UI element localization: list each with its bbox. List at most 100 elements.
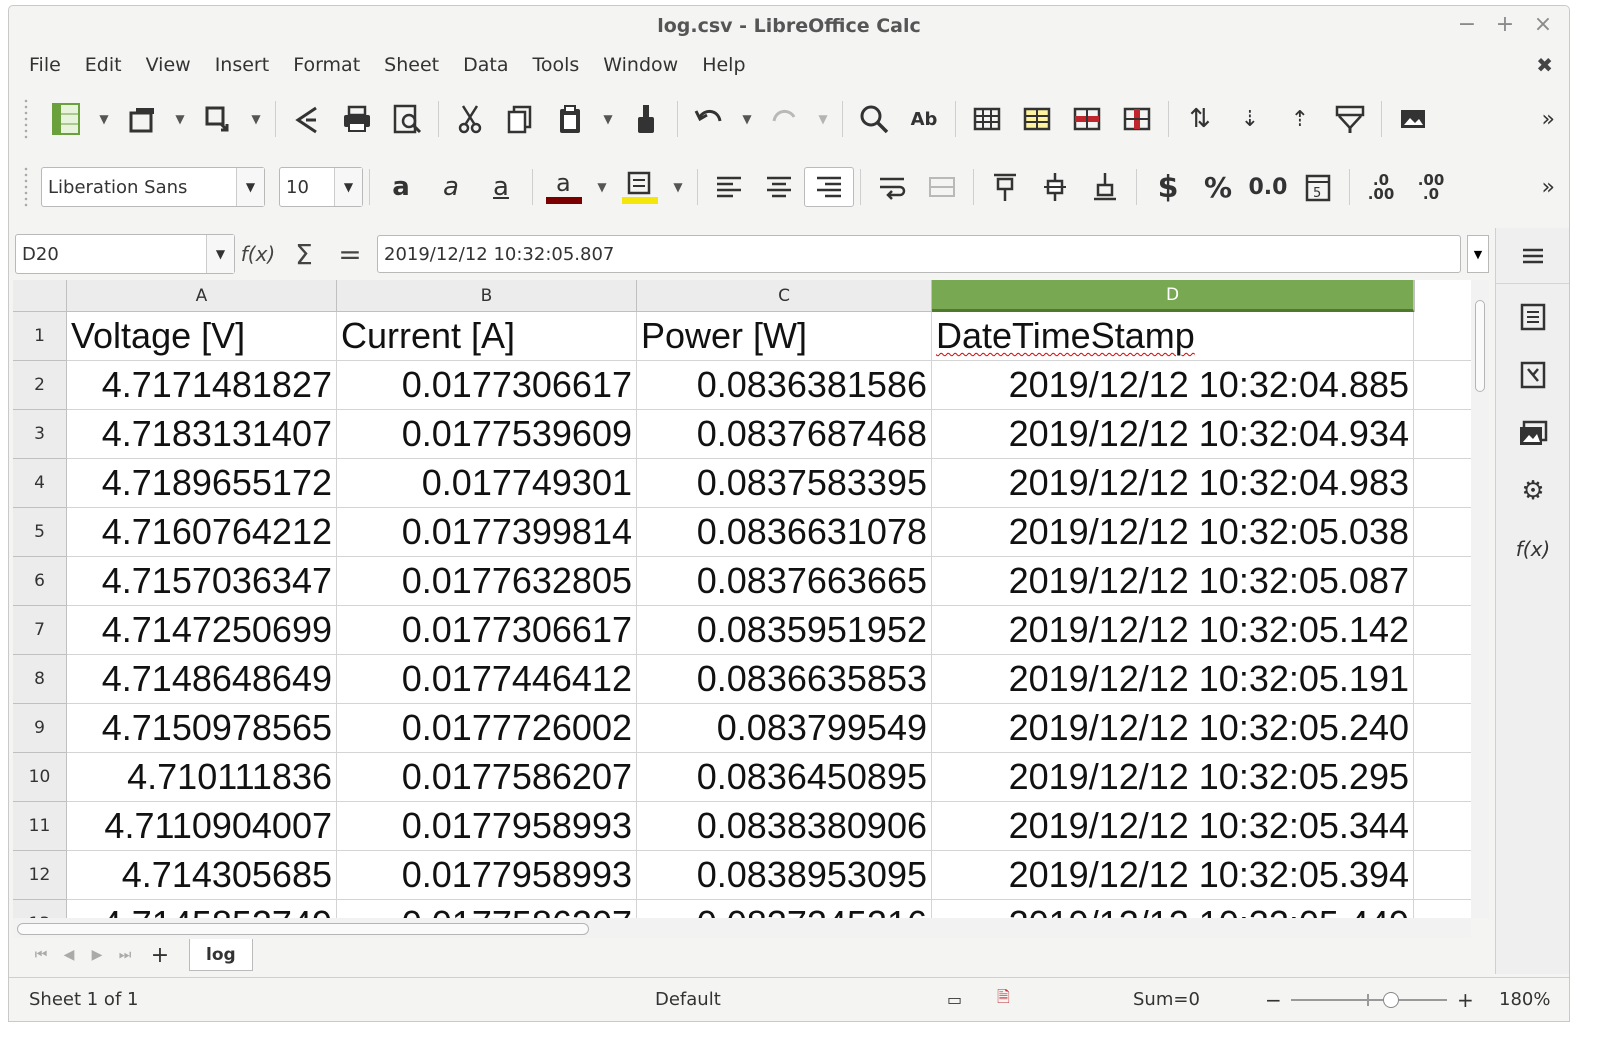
paste-dropdown-icon[interactable]: ▼ bbox=[595, 99, 621, 139]
cell-d10[interactable]: 2019/12/12 10:32:05.295 bbox=[932, 753, 1414, 802]
cell-d1[interactable]: DateTimeStamp bbox=[932, 312, 1414, 361]
clone-formatting-icon[interactable] bbox=[621, 99, 671, 139]
chevron-down-icon[interactable]: ▼ bbox=[334, 168, 362, 206]
menu-help[interactable]: Help bbox=[690, 54, 757, 76]
cell-e13[interactable] bbox=[1414, 900, 1471, 918]
insert-image-icon[interactable] bbox=[1388, 99, 1438, 139]
cell-e7[interactable] bbox=[1414, 606, 1471, 655]
row-header[interactable]: 1 bbox=[13, 312, 67, 361]
cut-icon[interactable] bbox=[445, 99, 495, 139]
cell-b5[interactable]: 0.0177399814 bbox=[337, 508, 637, 557]
row-header[interactable]: 5 bbox=[13, 508, 67, 557]
align-right-icon[interactable] bbox=[804, 167, 854, 207]
cell-a12[interactable]: 4.714305685 bbox=[67, 851, 337, 900]
sheet-tab-log[interactable]: log bbox=[189, 939, 253, 971]
minimize-button[interactable]: − bbox=[1455, 12, 1479, 37]
background-color-icon[interactable] bbox=[615, 167, 665, 207]
row-icon[interactable] bbox=[962, 99, 1012, 139]
first-sheet-icon[interactable]: ⏮ bbox=[27, 947, 55, 963]
delete-rows-icon[interactable] bbox=[1062, 99, 1112, 139]
zoom-slider-knob[interactable] bbox=[1383, 992, 1399, 1008]
formula-icon[interactable]: = bbox=[327, 238, 373, 271]
cell-d3[interactable]: 2019/12/12 10:32:04.934 bbox=[932, 410, 1414, 459]
paste-icon[interactable] bbox=[545, 99, 595, 139]
last-sheet-icon[interactable]: ⏭ bbox=[111, 947, 139, 963]
cell-d7[interactable]: 2019/12/12 10:32:05.142 bbox=[932, 606, 1414, 655]
row-header[interactable]: 11 bbox=[13, 802, 67, 851]
zoom-in-button[interactable]: + bbox=[1457, 988, 1474, 1012]
row-header[interactable]: 8 bbox=[13, 655, 67, 704]
cell-c3[interactable]: 0.0837687468 bbox=[637, 410, 932, 459]
cell-c12[interactable]: 0.0838953095 bbox=[637, 851, 932, 900]
cell-c4[interactable]: 0.0837583395 bbox=[637, 459, 932, 508]
properties-icon[interactable] bbox=[1496, 288, 1569, 346]
row-header[interactable]: 7 bbox=[13, 606, 67, 655]
zoom-slider[interactable] bbox=[1291, 999, 1447, 1001]
open-dropdown-icon[interactable]: ▼ bbox=[167, 99, 193, 139]
open-icon[interactable] bbox=[117, 99, 167, 139]
chevron-down-icon[interactable]: ▼ bbox=[236, 168, 264, 206]
align-left-icon[interactable] bbox=[704, 167, 754, 207]
cell-a3[interactable]: 4.7183131407 bbox=[67, 410, 337, 459]
toolbar-grip[interactable] bbox=[23, 166, 29, 208]
cell-b10[interactable]: 0.0177586207 bbox=[337, 753, 637, 802]
delete-decimal-place-icon[interactable]: .00.0 bbox=[1406, 167, 1456, 207]
expand-formula-bar-icon[interactable]: ▼ bbox=[1467, 235, 1489, 273]
sort-ascending-icon[interactable]: ⇣ bbox=[1225, 99, 1275, 139]
cell-d11[interactable]: 2019/12/12 10:32:05.344 bbox=[932, 802, 1414, 851]
cell-c5[interactable]: 0.0836631078 bbox=[637, 508, 932, 557]
date-format-icon[interactable]: 5 bbox=[1293, 167, 1343, 207]
cell-c13[interactable]: 0.0837245216 bbox=[637, 900, 932, 918]
cell-d6[interactable]: 2019/12/12 10:32:05.087 bbox=[932, 557, 1414, 606]
cell-c8[interactable]: 0.0836635853 bbox=[637, 655, 932, 704]
currency-format-icon[interactable]: $ bbox=[1143, 167, 1193, 207]
menu-data[interactable]: Data bbox=[451, 54, 520, 76]
column-header-a[interactable]: A bbox=[67, 280, 337, 312]
font-color-icon[interactable]: a bbox=[539, 167, 589, 207]
function-wizard-icon[interactable]: f(x) bbox=[235, 242, 281, 266]
cell-c9[interactable]: 0.083799549 bbox=[637, 704, 932, 753]
menu-file[interactable]: File bbox=[17, 54, 73, 76]
cell-e8[interactable] bbox=[1414, 655, 1471, 704]
previous-sheet-icon[interactable]: ◀ bbox=[55, 947, 83, 963]
cell-e3[interactable] bbox=[1414, 410, 1471, 459]
cell-a1[interactable]: Voltage [V] bbox=[67, 312, 337, 361]
sort-descending-icon[interactable]: ⇡ bbox=[1275, 99, 1325, 139]
italic-icon[interactable]: a bbox=[426, 167, 476, 207]
menu-insert[interactable]: Insert bbox=[203, 54, 282, 76]
cell-b1[interactable]: Current [A] bbox=[337, 312, 637, 361]
row-header[interactable]: 12 bbox=[13, 851, 67, 900]
redo-dropdown-icon[interactable]: ▼ bbox=[810, 99, 836, 139]
vertical-scroll-thumb[interactable] bbox=[1475, 300, 1485, 392]
cell-b13[interactable]: 0.0177586207 bbox=[337, 900, 637, 918]
cell-a10[interactable]: 4.710111836 bbox=[67, 753, 337, 802]
row-header[interactable]: 4 bbox=[13, 459, 67, 508]
export-pdf-icon[interactable] bbox=[282, 99, 332, 139]
cell-b2[interactable]: 0.0177306617 bbox=[337, 361, 637, 410]
cell-c11[interactable]: 0.0838380906 bbox=[637, 802, 932, 851]
sum-indicator[interactable]: Sum=0 bbox=[1133, 989, 1200, 1010]
cell-b6[interactable]: 0.0177632805 bbox=[337, 557, 637, 606]
cell-a11[interactable]: 4.7110904007 bbox=[67, 802, 337, 851]
maximize-button[interactable]: + bbox=[1493, 12, 1517, 37]
cell-d8[interactable]: 2019/12/12 10:32:05.191 bbox=[932, 655, 1414, 704]
delete-columns-icon[interactable] bbox=[1112, 99, 1162, 139]
merge-cells-icon[interactable] bbox=[917, 167, 967, 207]
cell-b4[interactable]: 0.017749301 bbox=[337, 459, 637, 508]
save-dropdown-icon[interactable]: ▼ bbox=[243, 99, 269, 139]
bold-icon[interactable]: a bbox=[376, 167, 426, 207]
cell-c7[interactable]: 0.0835951952 bbox=[637, 606, 932, 655]
menu-tools[interactable]: Tools bbox=[520, 54, 591, 76]
column-header-c[interactable]: C bbox=[637, 280, 932, 312]
cell-b8[interactable]: 0.0177446412 bbox=[337, 655, 637, 704]
cell-b3[interactable]: 0.0177539609 bbox=[337, 410, 637, 459]
redo-icon[interactable] bbox=[760, 99, 810, 139]
cell-a4[interactable]: 4.7189655172 bbox=[67, 459, 337, 508]
menu-view[interactable]: View bbox=[134, 54, 203, 76]
row-header[interactable]: 6 bbox=[13, 557, 67, 606]
cell-e5[interactable] bbox=[1414, 508, 1471, 557]
vertical-scrollbar[interactable] bbox=[1471, 280, 1489, 918]
styles-icon[interactable] bbox=[1496, 346, 1569, 404]
cell-d4[interactable]: 2019/12/12 10:32:04.983 bbox=[932, 459, 1414, 508]
sheet-position[interactable]: Sheet 1 of 1 bbox=[29, 989, 138, 1010]
